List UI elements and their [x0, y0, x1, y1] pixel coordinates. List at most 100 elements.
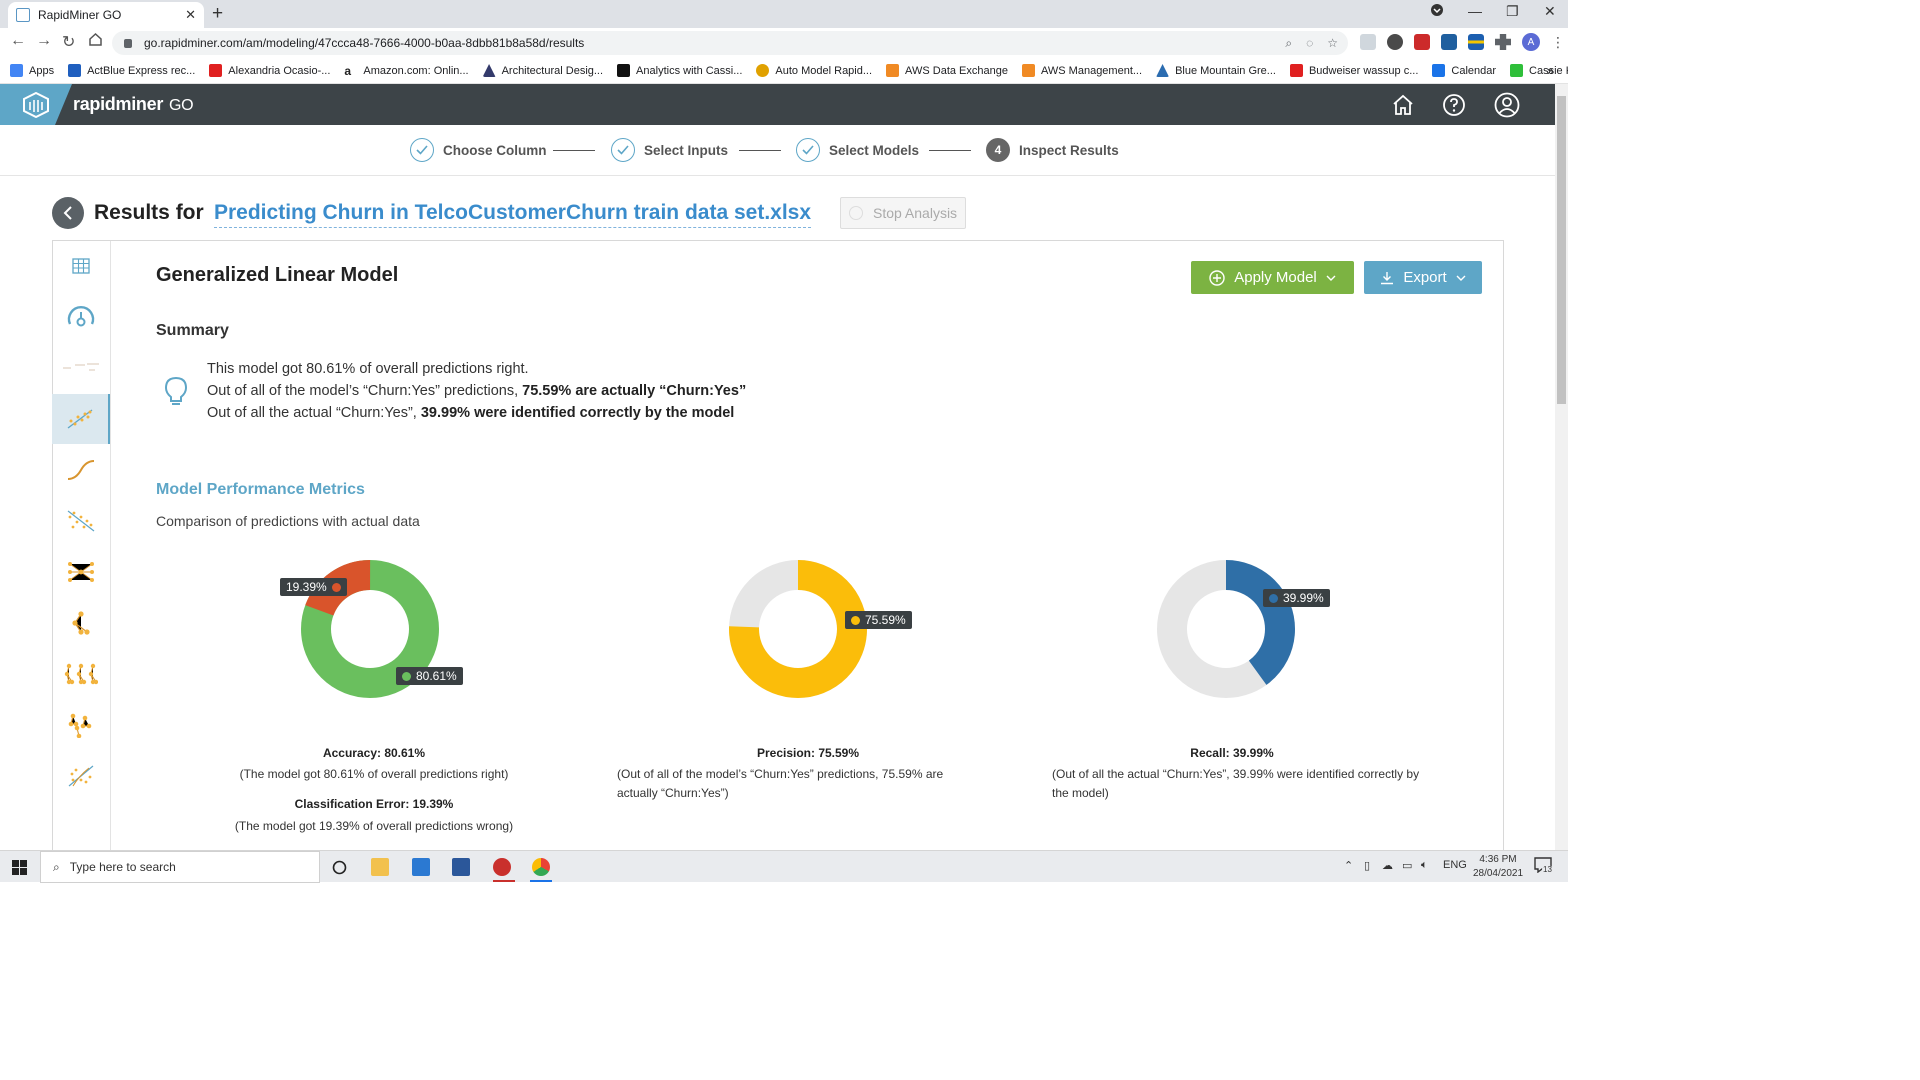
- app-icon[interactable]: [493, 858, 511, 876]
- decision-tree-icon: [72, 611, 90, 635]
- more-bookmarks-icon[interactable]: »: [1547, 63, 1554, 78]
- network-icon[interactable]: ▭: [1402, 859, 1412, 872]
- step-select-inputs[interactable]: Select Inputs: [611, 138, 728, 162]
- sidebar-item-svm[interactable]: [52, 751, 110, 801]
- scatter-icon: [67, 510, 95, 532]
- plus-circle-icon: [1209, 269, 1225, 286]
- step-choose-column[interactable]: Choose Column: [410, 138, 547, 162]
- active-app-indicator: [530, 880, 552, 882]
- taskbar-search-input[interactable]: ⌕ Type here to search: [40, 851, 320, 883]
- home-icon[interactable]: [1391, 93, 1415, 117]
- gauge-icon: [67, 306, 95, 327]
- back-button[interactable]: [52, 197, 84, 229]
- onedrive-icon[interactable]: ☁: [1382, 859, 1393, 872]
- sidebar-item-overview[interactable]: [52, 292, 110, 342]
- extension-icon[interactable]: [1441, 34, 1457, 50]
- sidebar-item-scatter[interactable]: [52, 496, 110, 546]
- file-explorer-icon[interactable]: [371, 858, 389, 876]
- step-number: 4: [986, 138, 1010, 162]
- reload-icon[interactable]: ↻: [62, 32, 75, 52]
- bookmark-item[interactable]: Apps: [10, 64, 54, 77]
- eye-off-icon[interactable]: ◌: [1306, 36, 1313, 50]
- back-arrow-icon[interactable]: ←: [10, 32, 26, 50]
- sidebar-item-random-forest[interactable]: [52, 649, 110, 699]
- puzzle-icon[interactable]: [1495, 34, 1511, 50]
- sweden-flag-icon[interactable]: [1468, 34, 1484, 50]
- zoom-icon[interactable]: ⌕: [1285, 36, 1292, 51]
- bookmark-item[interactable]: Architectural Desig...: [482, 64, 603, 77]
- bookmark-item[interactable]: AWS Management...: [1021, 64, 1142, 77]
- download-icon: [1381, 271, 1394, 284]
- metrics-subtitle: Comparison of predictions with actual da…: [156, 513, 420, 529]
- bookmark-item[interactable]: Blue Mountain Gre...: [1156, 64, 1276, 77]
- bookmark-item[interactable]: Calendar: [1432, 64, 1496, 77]
- scrollbar-thumb[interactable]: [1557, 96, 1566, 404]
- bookmark-favicon-icon: [68, 64, 82, 77]
- apply-model-button[interactable]: Apply Model: [1191, 261, 1354, 294]
- user-account-icon[interactable]: [1494, 92, 1520, 118]
- maximize-icon[interactable]: ❐: [1506, 3, 1519, 20]
- minimize-icon[interactable]: —: [1468, 3, 1482, 19]
- bookmarks-bar: Apps ActBlue Express rec... Alexandria O…: [0, 58, 1568, 84]
- precision-donut-chart[interactable]: [729, 560, 867, 698]
- new-tab-button[interactable]: +: [212, 3, 223, 25]
- tab-close-icon[interactable]: ✕: [185, 7, 196, 23]
- window-close-icon[interactable]: ✕: [1544, 3, 1556, 20]
- step-label: Choose Column: [443, 142, 547, 158]
- browser-tab[interactable]: RapidMiner GO ✕: [8, 2, 204, 28]
- sidebar-item-comparison[interactable]: [52, 343, 110, 393]
- notifications-icon[interactable]: 13: [1534, 857, 1554, 877]
- tab-title: RapidMiner GO: [38, 8, 122, 22]
- recall-tooltip: 39.99%: [1263, 589, 1330, 607]
- language-indicator[interactable]: ENG: [1443, 859, 1467, 871]
- sidebar-item-glm[interactable]: [52, 394, 110, 444]
- sidebar-item-gradient-boosted[interactable]: [52, 700, 110, 750]
- sidebar-item-deep-learning[interactable]: [52, 547, 110, 597]
- step-select-models[interactable]: Select Models: [796, 138, 919, 162]
- chrome-icon[interactable]: [532, 858, 550, 876]
- stop-icon: [849, 206, 863, 220]
- export-button[interactable]: Export: [1364, 261, 1482, 294]
- legend-dot: [331, 582, 341, 592]
- bookmark-item[interactable]: a Amazon.com: Onlin...: [344, 64, 469, 78]
- sidebar-item-data-table[interactable]: [52, 241, 110, 291]
- bookmark-favicon-icon: [482, 64, 496, 77]
- bookmark-item[interactable]: Cassie Kozyrkov in...: [1510, 64, 1568, 77]
- recall-donut-chart[interactable]: [1157, 560, 1295, 698]
- bookmark-item[interactable]: Alexandria Ocasio-...: [209, 64, 330, 77]
- mountain-icon: [1156, 64, 1170, 77]
- stop-analysis-button[interactable]: Stop Analysis: [840, 197, 966, 229]
- store-icon[interactable]: [412, 858, 430, 876]
- model-title: Generalized Linear Model: [156, 264, 399, 286]
- forward-arrow-icon[interactable]: →: [36, 32, 52, 50]
- address-bar[interactable]: go.rapidminer.com/am/modeling/47ccca48-7…: [112, 31, 1348, 55]
- kebab-menu-icon[interactable]: ⋮: [1551, 34, 1565, 51]
- tray-app-icon[interactable]: ▯: [1364, 859, 1370, 872]
- word-icon[interactable]: [452, 858, 470, 876]
- checkmark-icon: [611, 138, 635, 162]
- extension-icon[interactable]: [1360, 34, 1376, 50]
- home-icon[interactable]: [88, 32, 103, 52]
- clock[interactable]: 4:36 PM 28/04/2021: [1472, 853, 1524, 881]
- results-title-link[interactable]: Predicting Churn in TelcoCustomerChurn t…: [214, 201, 812, 228]
- step-label: Select Models: [829, 142, 920, 158]
- sidebar-item-logistic[interactable]: [52, 445, 110, 495]
- tray-chevron-icon[interactable]: ⌃: [1344, 859, 1353, 872]
- step-inspect-results[interactable]: 4 Inspect Results: [986, 138, 1119, 162]
- tab-search-icon[interactable]: [1430, 3, 1444, 20]
- bookmark-item[interactable]: AWS Data Exchange: [886, 64, 1008, 77]
- sidebar-item-decision-tree[interactable]: [52, 598, 110, 648]
- volume-icon[interactable]: 🔈︎: [1421, 859, 1428, 872]
- help-icon[interactable]: [1442, 93, 1466, 117]
- brand-name[interactable]: rapidminer GO: [73, 94, 194, 115]
- bookmark-item[interactable]: Analytics with Cassi...: [617, 64, 742, 77]
- bookmark-item[interactable]: Budweiser wassup c...: [1289, 64, 1418, 77]
- bookmark-item[interactable]: Auto Model Rapid...: [756, 64, 872, 77]
- task-view-icon[interactable]: [332, 860, 347, 875]
- extension-icon[interactable]: [1387, 34, 1403, 50]
- bookmark-star-icon[interactable]: ☆: [1327, 36, 1338, 50]
- profile-avatar[interactable]: A: [1522, 33, 1540, 51]
- windows-start-icon[interactable]: [12, 860, 27, 875]
- bookmark-item[interactable]: ActBlue Express rec...: [68, 64, 195, 77]
- extension-icon[interactable]: [1414, 34, 1430, 50]
